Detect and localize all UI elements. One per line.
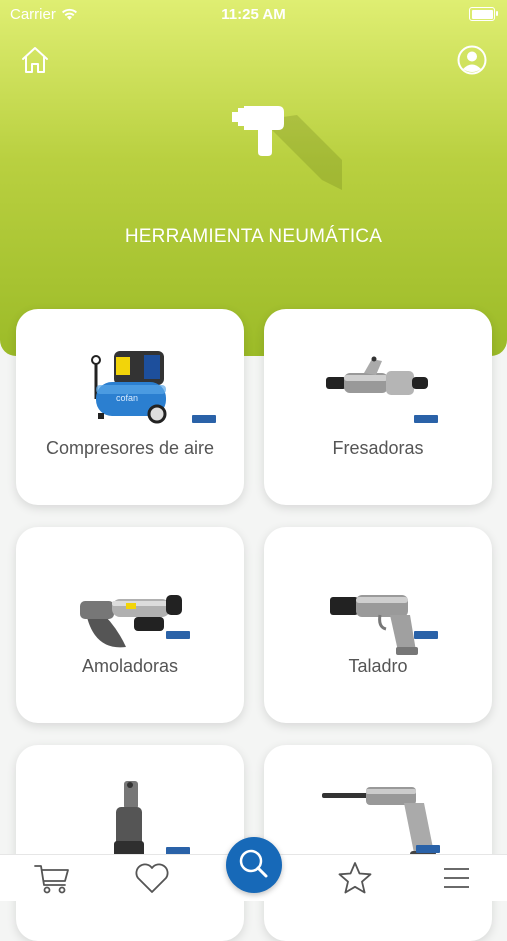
category-card-taladro[interactable]: Taladro <box>264 527 492 723</box>
user-icon[interactable] <box>457 45 487 75</box>
category-label: Compresores de aire <box>45 438 215 458</box>
brand-logo <box>192 415 216 423</box>
brand-logo <box>416 845 440 853</box>
die-grinder-image <box>326 356 428 395</box>
svg-text:cofan: cofan <box>116 393 138 403</box>
category-card-compresores[interactable]: cofan Compresores de aire <box>16 309 244 505</box>
cart-icon[interactable] <box>32 859 72 897</box>
search-button[interactable] <box>226 837 282 893</box>
brand-logo <box>414 415 438 423</box>
heart-icon[interactable] <box>132 859 172 897</box>
angle-grinder-image <box>80 595 182 648</box>
clock: 11:25 AM <box>221 6 286 23</box>
brand-logo <box>166 631 190 639</box>
page-title: HERRAMIENTA NEUMÁTICA <box>124 226 383 247</box>
star-icon[interactable] <box>335 859 375 897</box>
menu-icon[interactable] <box>436 859 476 897</box>
status-bar: Carrier 11:25 AM <box>0 0 507 30</box>
air-drill-image <box>330 595 418 655</box>
category-label: Fresadoras <box>332 438 424 458</box>
home-icon[interactable] <box>19 44 51 76</box>
search-icon <box>239 849 268 878</box>
category-card-amoladoras[interactable]: Amoladoras <box>16 527 244 723</box>
category-card-fresadoras[interactable]: Fresadoras <box>264 309 492 505</box>
brand-logo <box>414 631 438 639</box>
category-card-remachadoras[interactable] <box>16 745 244 941</box>
battery-icon <box>469 7 498 21</box>
category-card-martillos[interactable] <box>264 745 492 941</box>
category-label: Taladro <box>348 656 408 676</box>
impact-wrench-icon <box>232 106 342 190</box>
category-label: Amoladoras <box>81 656 179 676</box>
